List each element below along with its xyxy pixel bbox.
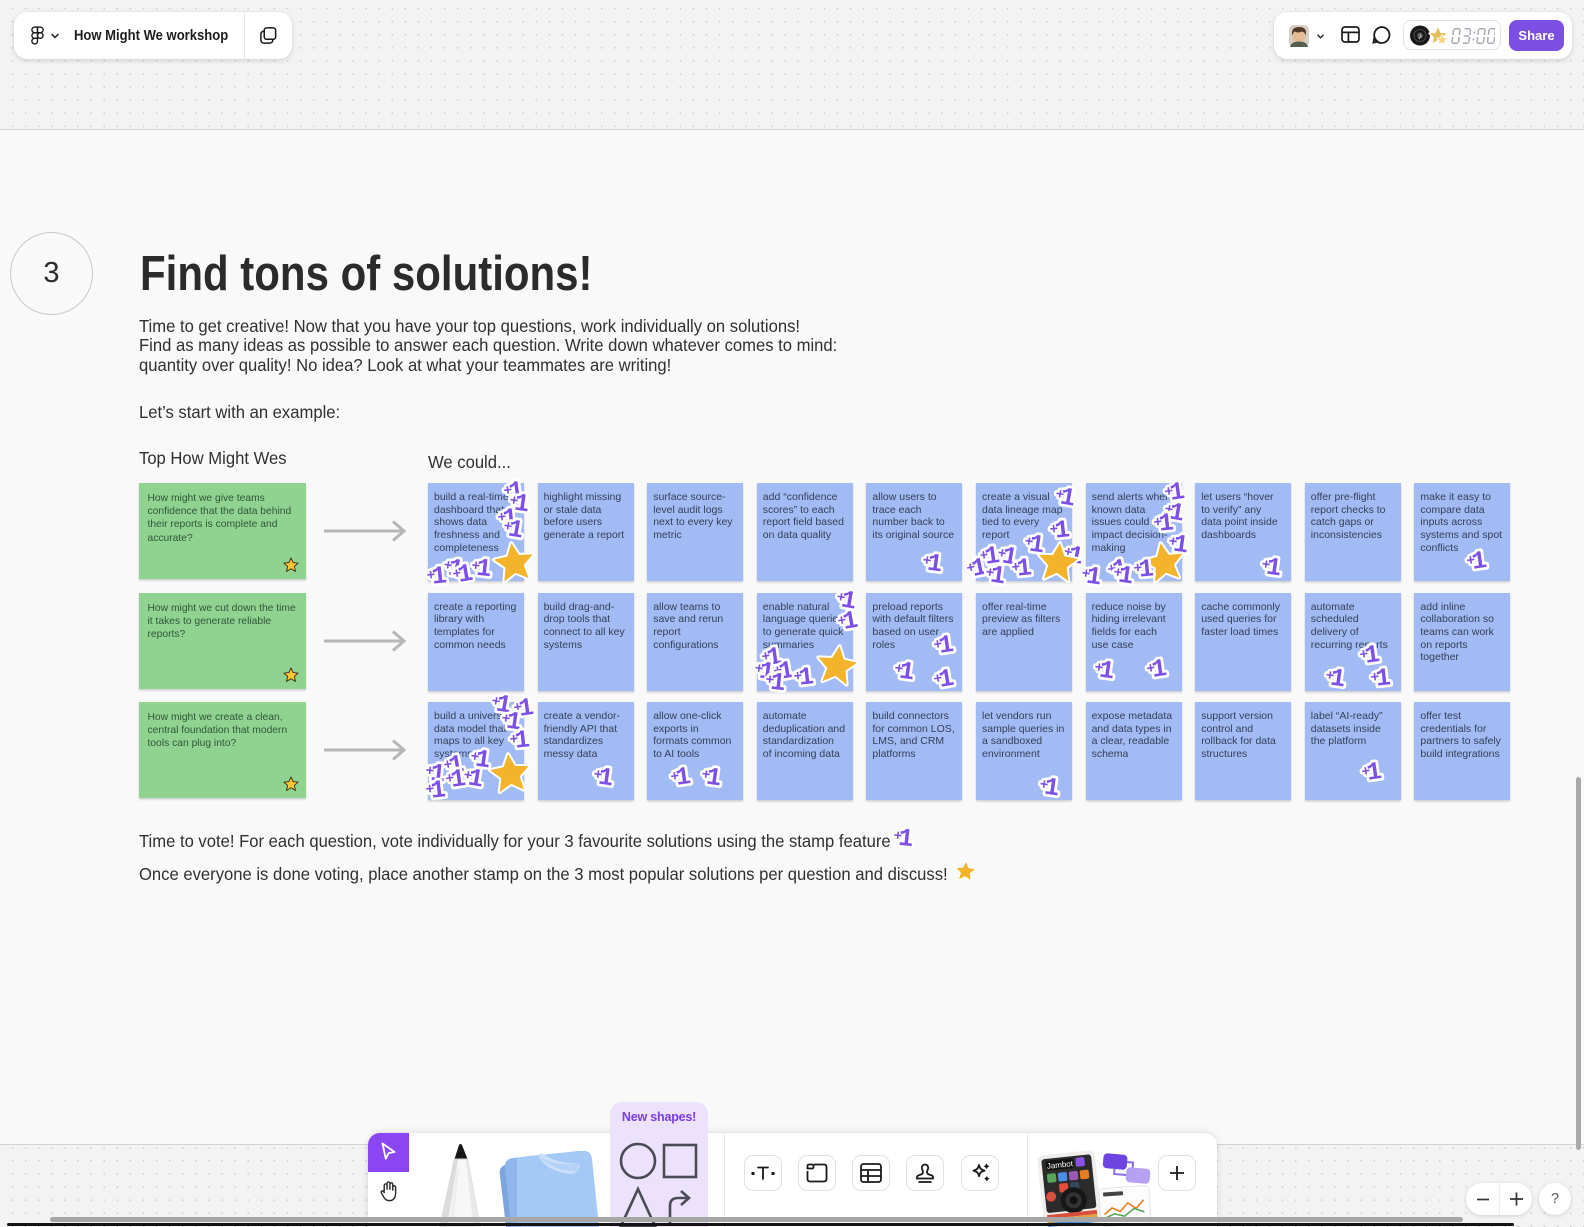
svg-text:♪: ♪ [1418,31,1423,41]
